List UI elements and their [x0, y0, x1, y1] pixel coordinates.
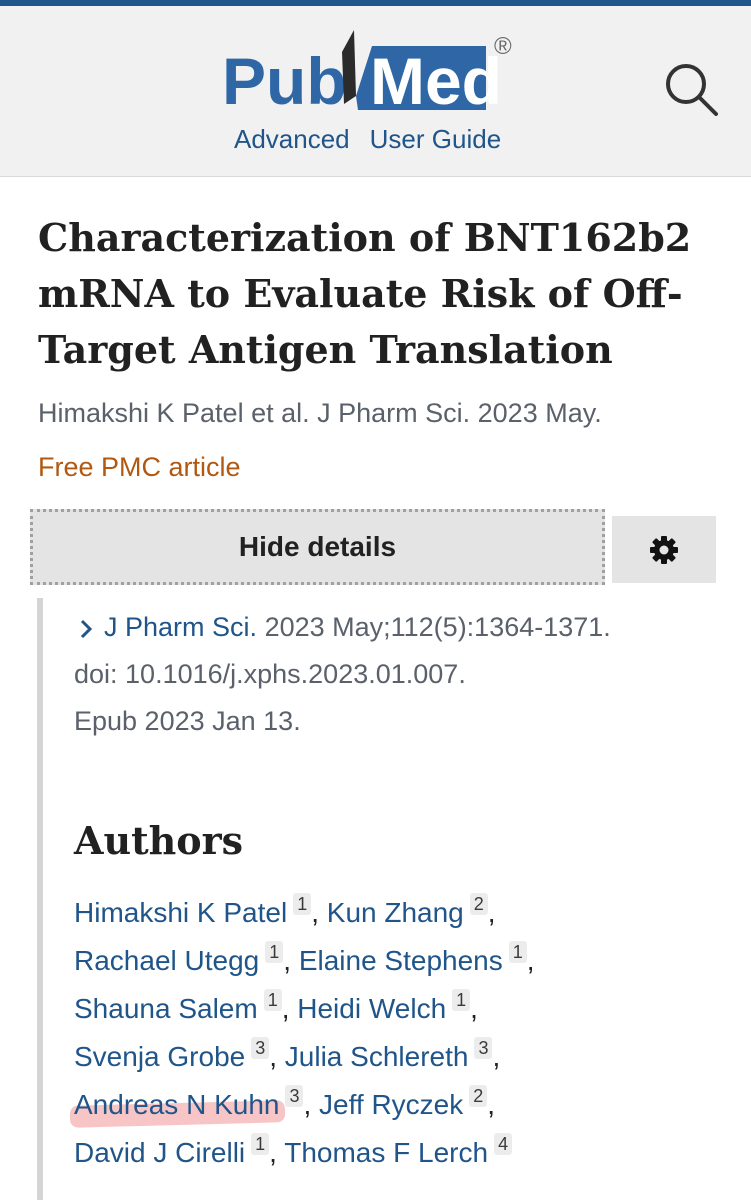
- affiliation-badge[interactable]: 1: [293, 893, 312, 915]
- affiliation-badge[interactable]: 3: [285, 1085, 304, 1107]
- chevron-right-icon: [80, 619, 93, 638]
- author-link[interactable]: Rachael Utegg: [74, 945, 259, 976]
- author-link[interactable]: Shauna Salem: [74, 993, 258, 1024]
- gear-icon[interactable]: [612, 516, 716, 583]
- logo-registered-mark: ®: [494, 33, 512, 60]
- author-link[interactable]: Kun Zhang: [327, 897, 464, 928]
- affiliation-badge[interactable]: 2: [469, 1085, 488, 1107]
- journal-name[interactable]: J Pharm Sci.: [104, 612, 257, 642]
- site-header: Pub Med ® Advanced User Guide: [0, 6, 751, 177]
- pubmed-logo[interactable]: Pub Med ®: [222, 24, 532, 114]
- article-details: J Pharm Sci. 2023 May;112(5):1364-1371. …: [74, 604, 611, 745]
- author-name-text[interactable]: Andreas N Kuhn: [74, 1089, 279, 1120]
- advanced-link[interactable]: Advanced: [234, 124, 350, 154]
- author-link[interactable]: Julia Schlereth: [285, 1041, 469, 1072]
- author-line: Shauna Salem 1, Heidi Welch 1,: [74, 989, 478, 1024]
- logo-text-med: Med: [370, 44, 502, 114]
- user-guide-link[interactable]: User Guide: [370, 124, 502, 154]
- publication-date-pages: 2023 May;112(5):1364-1371.: [264, 612, 611, 642]
- affiliation-badge[interactable]: 1: [508, 941, 527, 963]
- affiliation-badge[interactable]: 4: [494, 1133, 513, 1155]
- authors-heading: Authors: [74, 818, 244, 863]
- author-link[interactable]: Svenja Grobe: [74, 1041, 245, 1072]
- journal-citation-line: J Pharm Sci. 2023 May;112(5):1364-1371.: [74, 604, 611, 651]
- hide-details-button[interactable]: Hide details: [30, 509, 605, 585]
- author-line: Himakshi K Patel 1, Kun Zhang 2,: [74, 893, 496, 928]
- article-title: Characterization of BNT162b2 mRNA to Eva…: [38, 215, 692, 372]
- author-line: Svenja Grobe 3, Julia Schlereth 3,: [74, 1037, 501, 1072]
- author-link[interactable]: Elaine Stephens: [299, 945, 503, 976]
- free-pmc-article-link[interactable]: Free PMC article: [38, 452, 241, 483]
- author-line: Rachael Utegg 1, Elaine Stephens 1,: [74, 941, 535, 976]
- doi: doi: 10.1016/j.xphs.2023.01.007.: [74, 659, 466, 689]
- author-link[interactable]: Jeff Ryczek: [319, 1089, 463, 1120]
- affiliation-badge[interactable]: 1: [452, 989, 471, 1011]
- affiliation-badge[interactable]: 1: [251, 1133, 270, 1155]
- affiliation-badge[interactable]: 2: [469, 893, 488, 915]
- header-links: Advanced User Guide: [234, 124, 501, 155]
- affiliation-badge[interactable]: 1: [265, 941, 284, 963]
- journal-link[interactable]: J Pharm Sci.: [74, 612, 257, 642]
- author-line: Andreas N Kuhn 3, Jeff Ryczek 2,: [74, 1085, 496, 1120]
- epub-date: Epub 2023 Jan 13.: [74, 706, 301, 736]
- affiliation-badge[interactable]: 3: [474, 1037, 493, 1059]
- author-link[interactable]: Thomas F Lerch: [284, 1137, 488, 1168]
- logo-book-spine: [342, 30, 356, 104]
- details-left-border: [37, 598, 43, 1200]
- author-link[interactable]: David J Cirelli: [74, 1137, 245, 1168]
- logo-text-pub: Pub: [222, 44, 347, 114]
- author-link[interactable]: Heidi Welch: [297, 993, 446, 1024]
- short-citation: Himakshi K Patel et al. J Pharm Sci. 202…: [38, 398, 602, 428]
- author-line: David J Cirelli 1, Thomas F Lerch 4: [74, 1133, 513, 1169]
- affiliation-badge[interactable]: 1: [263, 989, 282, 1011]
- author-link-highlighted[interactable]: Andreas N Kuhn: [74, 1089, 279, 1120]
- author-link[interactable]: Himakshi K Patel: [74, 897, 287, 928]
- search-icon[interactable]: [660, 58, 720, 118]
- affiliation-badge[interactable]: 3: [251, 1037, 270, 1059]
